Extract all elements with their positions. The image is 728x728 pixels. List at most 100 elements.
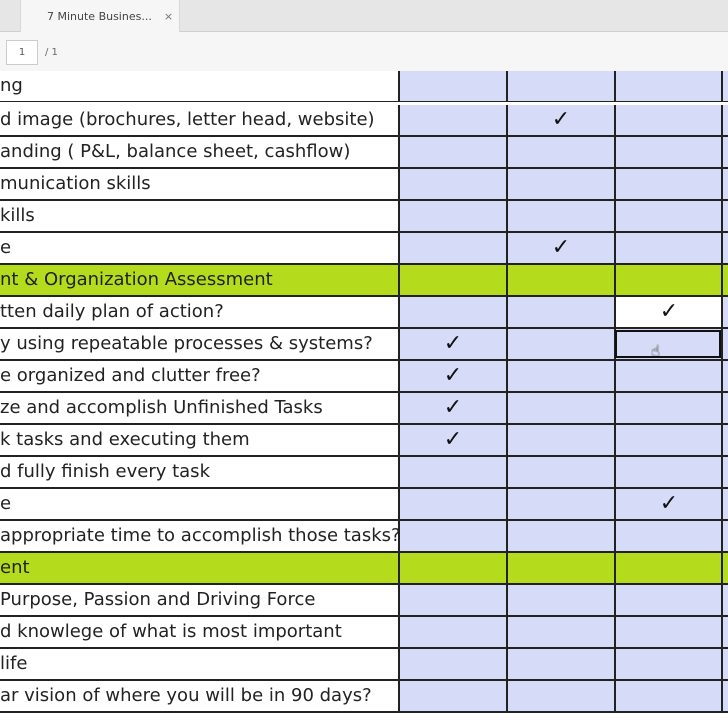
checkbox-cell[interactable]	[614, 361, 722, 391]
checkbox-cell[interactable]	[398, 233, 506, 263]
row-label: anding ( P&L, balance sheet, cashflow)	[0, 137, 398, 167]
check-mark-icon: ✓	[551, 107, 571, 132]
checkbox-cell[interactable]	[398, 71, 506, 101]
checkbox-cell[interactable]	[721, 329, 728, 359]
checkbox-cell[interactable]	[398, 617, 506, 647]
checkbox-cell[interactable]	[398, 201, 506, 231]
checkbox-cell[interactable]: ✓	[506, 105, 614, 135]
checkbox-cell[interactable]	[614, 233, 722, 263]
checkbox-cell[interactable]	[614, 393, 722, 423]
checkbox-cell[interactable]	[614, 457, 722, 487]
row-label: ze and accomplish Unfinished Tasks	[0, 393, 398, 423]
checkbox-cell[interactable]	[506, 393, 614, 423]
checkbox-cell[interactable]	[614, 329, 722, 359]
checkbox-cell[interactable]	[506, 169, 614, 199]
table-row: e ✓	[0, 233, 728, 265]
checkbox-cell[interactable]	[506, 649, 614, 679]
checkbox-cell[interactable]: ✓	[614, 297, 722, 327]
page-number-input[interactable]: 1	[6, 40, 38, 65]
checkbox-cell[interactable]	[506, 457, 614, 487]
checkbox-cell[interactable]	[506, 329, 614, 359]
checkbox-cell[interactable]	[614, 71, 722, 101]
checkbox-cell[interactable]	[398, 457, 506, 487]
checkbox-cell[interactable]	[721, 617, 728, 647]
checkbox-cell[interactable]	[398, 297, 506, 327]
checkbox-cell[interactable]	[721, 71, 728, 101]
checkbox-cell[interactable]	[721, 265, 728, 295]
row-label: life	[0, 649, 398, 679]
checkbox-cell[interactable]	[398, 489, 506, 519]
checkbox-cell[interactable]	[614, 105, 722, 135]
checkbox-cell[interactable]: ✓	[398, 361, 506, 391]
checkbox-cell[interactable]: ✓	[398, 393, 506, 423]
checkbox-cell[interactable]	[614, 201, 722, 231]
row-label: d knowlege of what is most important	[0, 617, 398, 647]
checkbox-cell[interactable]	[398, 585, 506, 615]
checkbox-cell[interactable]	[614, 137, 722, 167]
checkbox-cell[interactable]	[721, 393, 728, 423]
checkbox-cell[interactable]	[721, 361, 728, 391]
checkbox-cell[interactable]	[506, 553, 614, 583]
checkbox-cell[interactable]	[506, 617, 614, 647]
checkbox-cell[interactable]	[398, 649, 506, 679]
checkbox-cell[interactable]	[721, 233, 728, 263]
checkbox-cell[interactable]	[614, 649, 722, 679]
checkbox-cell[interactable]	[614, 265, 722, 295]
checkbox-cell[interactable]	[721, 681, 728, 711]
checkbox-cell[interactable]	[398, 265, 506, 295]
row-label: ng	[0, 71, 398, 101]
checkbox-cell[interactable]	[614, 425, 722, 455]
row-label: k tasks and executing them	[0, 425, 398, 455]
checkbox-cell[interactable]: ✓	[398, 329, 506, 359]
table-row: appropriate time to accomplish those tas…	[0, 521, 728, 553]
checkbox-cell[interactable]	[614, 585, 722, 615]
checkbox-cell[interactable]	[506, 361, 614, 391]
checkbox-cell[interactable]	[506, 585, 614, 615]
checkbox-cell[interactable]	[506, 297, 614, 327]
checkbox-cell[interactable]	[398, 137, 506, 167]
checkbox-cell[interactable]	[506, 425, 614, 455]
checkbox-cell[interactable]: ✓	[614, 489, 722, 519]
checkbox-cell[interactable]	[398, 521, 506, 551]
checkbox-cell[interactable]	[721, 137, 728, 167]
browser-tab[interactable]: 7 Minute Busines... ×	[20, 0, 180, 32]
checkbox-cell[interactable]	[721, 105, 728, 135]
table-row: kills	[0, 201, 728, 233]
checkbox-cell[interactable]	[398, 553, 506, 583]
checkbox-cell[interactable]	[721, 201, 728, 231]
row-label: tten daily plan of action?	[0, 297, 398, 327]
table-row: d knowlege of what is most important	[0, 617, 728, 649]
checkbox-cell[interactable]	[398, 105, 506, 135]
table-row: tten daily plan of action? ✓	[0, 297, 728, 329]
check-mark-icon: ✓	[659, 491, 679, 516]
table-row: anding ( P&L, balance sheet, cashflow)	[0, 137, 728, 169]
checkbox-cell[interactable]: ✓	[506, 233, 614, 263]
checkbox-cell[interactable]	[721, 425, 728, 455]
checkbox-cell[interactable]	[398, 169, 506, 199]
checkbox-cell[interactable]	[398, 681, 506, 711]
close-tab-icon[interactable]: ×	[164, 10, 173, 23]
checkbox-cell[interactable]	[614, 553, 722, 583]
checkbox-cell[interactable]	[614, 681, 722, 711]
checkbox-cell[interactable]	[721, 585, 728, 615]
checkbox-cell[interactable]	[506, 201, 614, 231]
checkbox-cell[interactable]	[506, 521, 614, 551]
checkbox-cell[interactable]	[614, 169, 722, 199]
checkbox-cell[interactable]	[721, 297, 728, 327]
checkbox-cell[interactable]	[506, 681, 614, 711]
checkbox-cell[interactable]	[506, 489, 614, 519]
tab-title: 7 Minute Busines...	[47, 9, 152, 23]
table-row: k tasks and executing them ✓	[0, 425, 728, 457]
checkbox-cell[interactable]	[721, 489, 728, 519]
checkbox-cell[interactable]	[721, 169, 728, 199]
checkbox-cell[interactable]	[721, 521, 728, 551]
checkbox-cell[interactable]	[721, 553, 728, 583]
checkbox-cell[interactable]	[721, 457, 728, 487]
checkbox-cell[interactable]	[721, 649, 728, 679]
checkbox-cell[interactable]	[506, 265, 614, 295]
checkbox-cell[interactable]: ✓	[398, 425, 506, 455]
checkbox-cell[interactable]	[614, 521, 722, 551]
checkbox-cell[interactable]	[506, 71, 614, 101]
checkbox-cell[interactable]	[506, 137, 614, 167]
checkbox-cell[interactable]	[614, 617, 722, 647]
